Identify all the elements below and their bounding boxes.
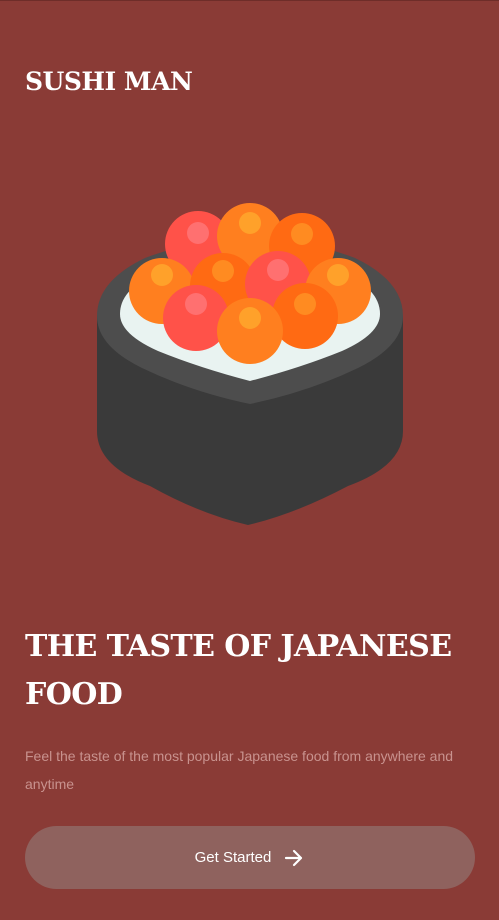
hero-illustration <box>90 196 410 536</box>
sushi-roll-roe-icon <box>97 203 403 525</box>
brand-title: SUSHI MAN <box>25 67 193 96</box>
get-started-label: Get Started <box>194 849 272 866</box>
description-text: Feel the taste of the most popular Japan… <box>25 748 454 792</box>
headline: THE TASTE OF JAPANESE FOOD <box>25 629 452 712</box>
arrow-right-icon <box>283 847 305 869</box>
get-started-button[interactable]: Get Started <box>25 826 475 889</box>
onboarding-screen: SUSHI MAN THE TASTE OF JAPANESE FOOD Fee… <box>0 0 499 920</box>
